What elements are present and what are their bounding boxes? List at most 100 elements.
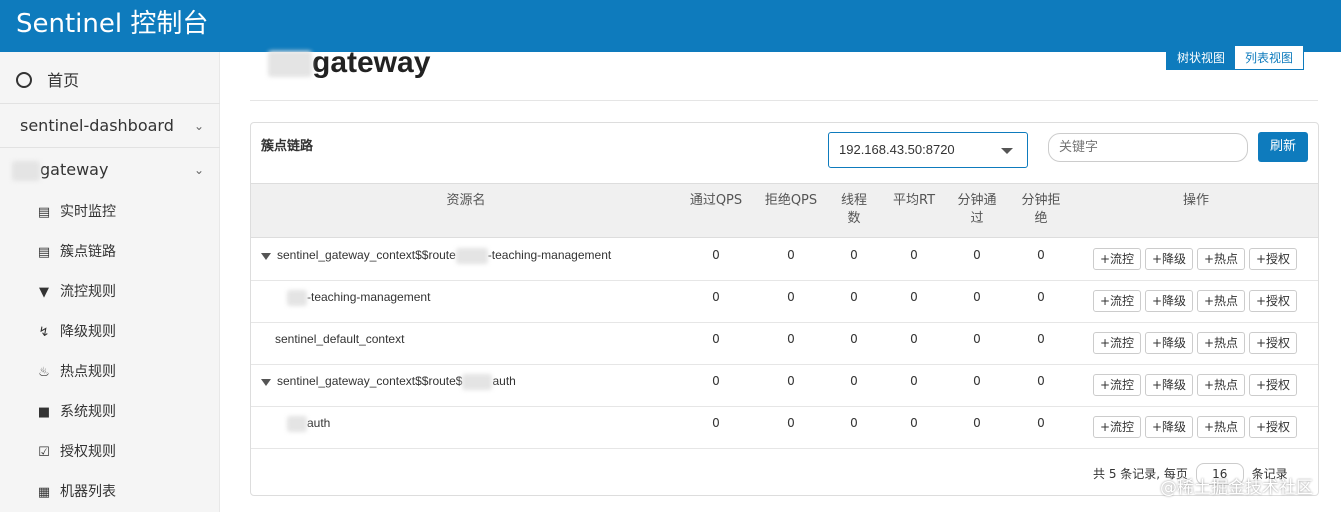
sidebar-item-label: 簇点链路 [60,244,116,260]
metric-cell: 0 [1037,290,1045,304]
header-avg-rt: 平均RT [892,193,936,208]
sidebar-item-cluster-link[interactable]: ▤ 簇点链路 [36,232,116,272]
metric-cell: 0 [1037,374,1045,388]
add-degrade-rule-button[interactable]: +降级 [1145,374,1193,396]
row-actions: +流控 +降级 +热点 +授权 [1093,416,1297,438]
fire-icon: ♨ [38,365,50,380]
refresh-button[interactable]: 刷新 [1258,132,1308,162]
resource-suffix: -teaching-management [307,290,431,305]
resource-name: sentinel_gateway_context$$route -teaching… [261,248,611,264]
tree-view-button[interactable]: 树状视图 [1166,46,1235,69]
add-degrade-rule-button[interactable]: +降级 [1145,332,1193,354]
sidebar-item-label: 系统规则 [60,404,116,420]
sidebar-app-label: gateway [40,160,109,179]
sidebar-item-home[interactable]: 首页 [0,58,220,104]
add-degrade-rule-button[interactable]: +降级 [1145,248,1193,270]
row-actions: +流控 +降级 +热点 +授权 [1093,374,1297,396]
add-hotspot-rule-button[interactable]: +热点 [1197,248,1245,270]
sidebar-item-label: 授权规则 [60,444,116,460]
caret-down-icon[interactable] [261,378,271,386]
list-view-button[interactable]: 列表视图 [1234,46,1303,69]
header-minute-pass: 分钟通过 [957,193,997,226]
add-flow-rule-button[interactable]: +流控 [1093,332,1141,354]
add-flow-rule-button[interactable]: +流控 [1093,374,1141,396]
add-auth-rule-button[interactable]: +授权 [1249,374,1297,396]
keyword-search-input[interactable] [1048,133,1248,162]
add-auth-rule-button[interactable]: +授权 [1249,332,1297,354]
header-ops: 操作 [1182,193,1209,208]
metric-cell: 0 [850,374,858,388]
sidebar-item-system-rules[interactable]: ■ 系统规则 [36,392,116,432]
main-content: gateway 树状视图 列表视图 簇点链路 192.168.43.50:872… [220,46,1341,512]
metric-cell: 0 [787,332,795,346]
metric-cell: 0 [787,374,795,388]
sidebar-item-degrade-rules[interactable]: ↯ 降级规则 [36,312,116,352]
metric-cell: 0 [712,374,720,388]
add-hotspot-rule-button[interactable]: +热点 [1197,290,1245,312]
metric-cell: 0 [910,374,918,388]
panel-title: 簇点链路 [261,139,314,154]
resource-prefix: sentinel_gateway_context$$route [277,248,456,263]
metric-cell: 0 [1037,416,1045,430]
header-resource: 资源名 [446,193,486,208]
sidebar-item-app[interactable]: gateway ⌄ [0,148,220,192]
sidebar-item-dashboard[interactable]: sentinel-dashboard ⌄ [0,104,220,148]
sidebar-item-machine-list[interactable]: ▦ 机器列表 [36,472,116,512]
add-hotspot-rule-button[interactable]: +热点 [1197,416,1245,438]
add-auth-rule-button[interactable]: +授权 [1249,416,1297,438]
caret-down-icon [1001,148,1013,154]
sidebar-item-hotspot-rules[interactable]: ♨ 热点规则 [36,352,116,392]
caret-down-icon[interactable] [261,252,271,260]
machine-select[interactable]: 192.168.43.50:8720 [828,132,1028,168]
sidebar-dashboard-label: sentinel-dashboard [20,116,174,135]
check-icon: ☑ [38,445,50,460]
add-flow-rule-button[interactable]: +流控 [1093,290,1141,312]
metric-cell: 0 [973,290,981,304]
top-bar: Sentinel 控制台 [0,0,1341,52]
resource-prefix: sentinel_default_context [275,332,405,346]
sidebar-item-realtime-monitor[interactable]: ▤ 实时监控 [36,192,116,232]
metric-cell: 0 [850,248,858,262]
sidebar-item-label: 流控规则 [60,284,116,300]
add-auth-rule-button[interactable]: +授权 [1249,248,1297,270]
add-flow-rule-button[interactable]: +流控 [1093,416,1141,438]
sidebar-home-label: 首页 [47,71,80,90]
table-row: sentinel_default_context 0 0 0 0 0 0 +流控 +降级 +热点 +… [251,323,1318,365]
metric-cell: 0 [910,290,918,304]
resource-name: auth [287,416,330,432]
add-auth-rule-button[interactable]: +授权 [1249,290,1297,312]
view-toggle: 树状视图 列表视图 [1165,46,1304,70]
metric-cell: 0 [712,416,720,430]
cluster-link-panel: 簇点链路 192.168.43.50:8720 刷新 资源名 通过QPS 拒绝Q… [250,122,1319,496]
add-hotspot-rule-button[interactable]: +热点 [1197,374,1245,396]
resource-suffix: auth [307,416,331,431]
dashboard-icon [16,72,32,88]
redacted-text [462,374,493,390]
sidebar-item-auth-rules[interactable]: ☑ 授权规则 [36,432,116,472]
table-row: sentinel_gateway_context$$route -teaching… [251,239,1318,281]
metric-cell: 0 [712,290,720,304]
add-hotspot-rule-button[interactable]: +热点 [1197,332,1245,354]
resource-name: sentinel_default_context [275,332,404,346]
table-row: auth 0 0 0 0 0 0 +流控 +降级 +热点 +授权 [251,407,1318,449]
machine-select-value: 192.168.43.50:8720 [839,142,955,157]
add-degrade-rule-button[interactable]: +降级 [1145,416,1193,438]
table-row: sentinel_gateway_context$$route$ auth 0 0 0 0… [251,365,1318,407]
metric-cell: 0 [910,332,918,346]
sidebar-item-label: 机器列表 [60,484,116,500]
resource-suffix: -teaching-management [487,248,612,263]
metric-cell: 0 [1037,248,1045,262]
redacted-app-prefix [12,160,40,181]
metric-cell: 0 [850,332,858,346]
add-degrade-rule-button[interactable]: +降级 [1145,290,1193,312]
metric-cell: 0 [712,248,720,262]
sidebar-item-flow-rules[interactable]: ▼ 流控规则 [36,272,116,312]
metric-cell: 0 [973,332,981,346]
table-header: 资源名 通过QPS 拒绝QPS 线程数 平均RT 分钟通过 分钟拒绝 操作 [251,183,1318,238]
header-pass-qps: 通过QPS [689,193,743,208]
sidebar-item-label: 热点规则 [60,364,116,380]
bar-chart-icon: ▤ [37,205,51,220]
list-icon: ▤ [37,245,51,260]
lock-icon: ■ [37,405,51,420]
add-flow-rule-button[interactable]: +流控 [1093,248,1141,270]
